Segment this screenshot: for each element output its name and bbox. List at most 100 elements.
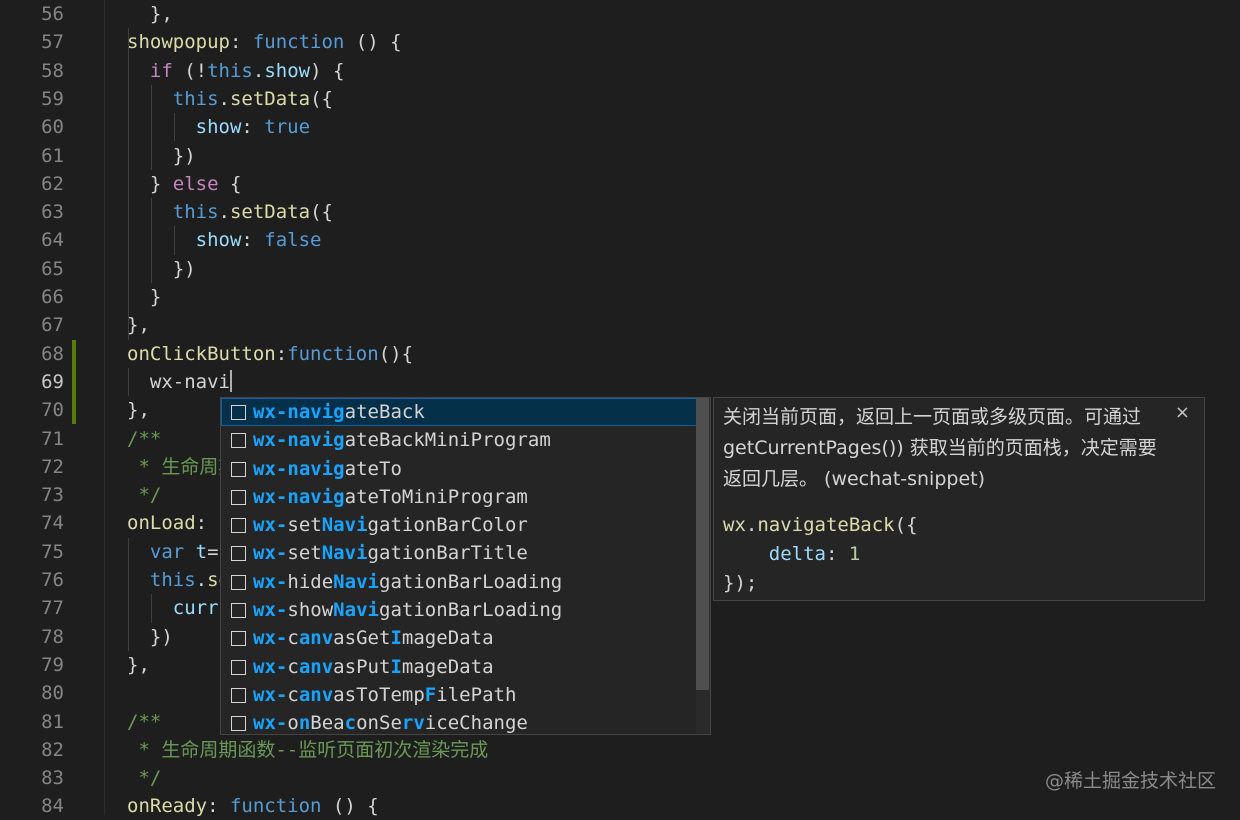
line-number: 60 [41, 116, 64, 139]
suggestion-item[interactable]: wx-navigateBackMiniProgram [221, 426, 710, 454]
code-text[interactable]: curr [127, 594, 219, 622]
suggestion-scrollbar-thumb[interactable] [696, 398, 709, 690]
code-text[interactable]: wx-navi [127, 368, 232, 396]
code-text[interactable]: /** [127, 425, 161, 453]
code-text[interactable]: }, [127, 0, 173, 28]
suggestion-details-panel: 关闭当前页面，返回上一页面或多级页面。可通过 getCurrentPages()… [713, 397, 1205, 601]
suggestion-item[interactable]: wx-onBeaconServiceChange [221, 709, 710, 735]
code-line[interactable]: 62 } else { [0, 170, 1240, 198]
suggestion-item[interactable]: wx-showNavigationBarLoading [221, 596, 710, 624]
code-line[interactable]: 84 onReady: function () { [0, 792, 1240, 820]
snippet-icon [231, 574, 246, 590]
suggestion-item[interactable]: wx-navigateToMiniProgram [221, 483, 710, 511]
code-line[interactable]: 82 * 生命周期函数--监听页面初次渲染完成 [0, 736, 1240, 764]
code-token: ({ [310, 87, 333, 110]
code-token: onLoad [127, 512, 196, 535]
code-token: this [172, 87, 219, 110]
code-line[interactable]: 67}, [0, 311, 1240, 339]
code-line[interactable]: 61 }) [0, 142, 1240, 170]
suggestion-scrollbar[interactable] [696, 398, 710, 734]
code-token: function [229, 795, 322, 818]
line-number: 65 [41, 257, 64, 280]
code-text[interactable]: }) [127, 623, 173, 651]
code-text[interactable]: show: true [127, 113, 310, 141]
code-text[interactable]: if (!this.show) { [127, 57, 345, 85]
snippet-line: }); [723, 572, 758, 594]
suggestion-label: wx-navigateBackMiniProgram [253, 429, 551, 452]
code-text[interactable]: this.setData({ [127, 198, 333, 226]
close-icon[interactable]: × [1175, 402, 1190, 423]
line-number: 76 [41, 569, 64, 591]
code-text[interactable]: }) [127, 255, 196, 283]
code-text[interactable]: /** [127, 708, 161, 736]
code-line[interactable]: 65 }) [0, 255, 1240, 283]
code-line[interactable]: 66 } [0, 283, 1240, 311]
line-number: 72 [41, 455, 64, 478]
line-number: 82 [41, 738, 64, 761]
code-text[interactable]: show: false [127, 226, 322, 254]
code-line[interactable]: 64 show: false [0, 226, 1240, 254]
code-line[interactable]: 56 }, [0, 0, 1240, 28]
code-token: : [207, 795, 230, 818]
suggestion-item[interactable]: wx-navigateTo [221, 455, 710, 483]
code-text[interactable]: this.setData({ [127, 85, 333, 113]
code-line[interactable]: 69 wx-navi [0, 367, 1240, 396]
line-number: 62 [41, 172, 64, 195]
suggestion-label: wx-onBeaconServiceChange [253, 712, 528, 735]
code-text[interactable]: onReady: function () { [127, 792, 379, 820]
code-text[interactable]: }) [127, 142, 196, 170]
code-text[interactable]: */ [127, 764, 161, 792]
code-line[interactable]: 63 this.setData({ [0, 198, 1240, 226]
code-token: /** [127, 427, 162, 450]
suggestion-label: wx-hideNavigationBarLoading [253, 570, 563, 593]
indent-guide [128, 28, 129, 340]
line-number: 69 [41, 370, 64, 393]
code-text[interactable]: }, [127, 311, 150, 339]
suggestion-item[interactable]: wx-canvasGetImageData [221, 624, 710, 652]
code-text[interactable]: showpopup: function () { [127, 28, 402, 56]
code-token: false [264, 229, 322, 252]
code-line[interactable]: 59 this.setData({ [0, 85, 1240, 113]
suggestion-item[interactable]: wx-canvasPutImageData [221, 653, 710, 681]
code-text[interactable]: }, [127, 651, 150, 679]
code-token: show [264, 59, 311, 82]
suggestion-item[interactable]: wx-hideNavigationBarLoading [221, 568, 710, 596]
code-text[interactable]: */ [127, 481, 161, 509]
code-text[interactable]: onClickButton:function(){ [127, 340, 413, 368]
code-text[interactable]: }, [127, 396, 150, 424]
line-number: 73 [41, 484, 64, 507]
suggestion-item[interactable]: wx-setNavigationBarTitle [221, 539, 710, 567]
code-token: this [149, 569, 196, 591]
code-line[interactable]: 68 onClickButton:function(){ [0, 339, 1240, 368]
code-line[interactable]: 58 if (!this.show) { [0, 57, 1240, 85]
code-line[interactable]: 60 show: true [0, 113, 1240, 141]
suggestion-item[interactable]: wx-setNavigationBarColor [221, 511, 710, 539]
suggestion-list[interactable]: wx-navigateBack wx-navigateBackMiniProgra… [221, 398, 710, 735]
indent-guide [174, 113, 175, 142]
line-number: 84 [41, 795, 64, 818]
indent-guide [128, 367, 129, 397]
code-text[interactable]: * 生命周期函数--监听页面初次渲染完成 [127, 736, 488, 764]
line-number: 71 [41, 427, 64, 450]
snippet-icon [231, 631, 246, 647]
code-token: ({ [310, 201, 333, 224]
line-number: 81 [41, 710, 64, 733]
code-line[interactable]: 57 showpopup: function () { [0, 28, 1240, 56]
code-text[interactable]: } [127, 283, 161, 311]
code-text[interactable]: } else { [127, 170, 242, 198]
suggestion-item[interactable]: wx-canvasToTempFilePath [221, 681, 710, 709]
code-token: function [252, 31, 345, 54]
code-token: else [172, 172, 219, 195]
suggestion-widget[interactable]: wx-navigateBack wx-navigateBackMiniProgra… [220, 397, 711, 735]
snippet-icon [231, 716, 246, 732]
details-description: 关闭当前页面，返回上一页面或多级页面。可通过 getCurrentPages()… [723, 406, 1157, 490]
code-token: . [195, 569, 208, 591]
code-token: if [149, 59, 173, 82]
suggestion-label: wx-showNavigationBarLoading [253, 599, 563, 622]
suggestion-item[interactable]: wx-navigateBack [221, 398, 710, 427]
